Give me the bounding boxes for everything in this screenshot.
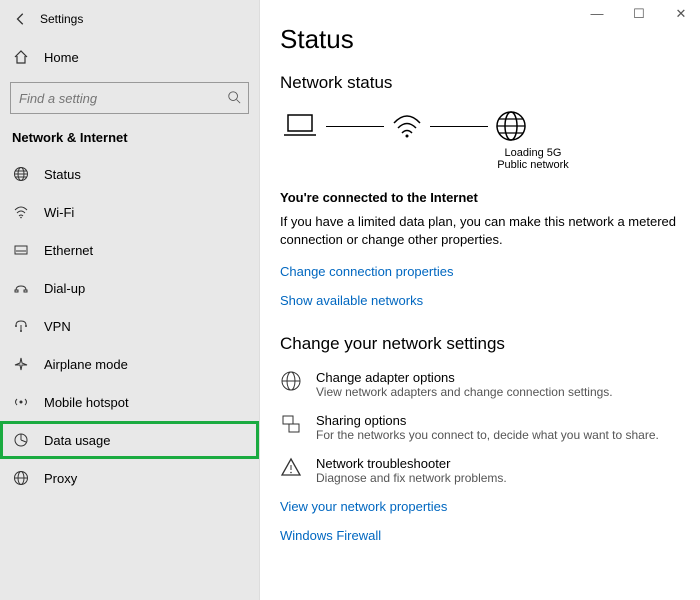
link-available-networks[interactable]: Show available networks — [280, 293, 680, 308]
hotspot-icon — [12, 393, 30, 411]
titlebar: Settings — [0, 0, 259, 38]
sidebar-item-label: Wi-Fi — [44, 205, 74, 220]
laptop-icon — [280, 111, 320, 141]
airplane-icon — [12, 355, 30, 373]
ethernet-icon — [12, 241, 30, 259]
network-name: Loading 5G — [386, 147, 680, 159]
option-title: Change adapter options — [316, 370, 613, 385]
main-content: — ☐ ✕ Status Network status Loading 5G P… — [260, 0, 700, 600]
network-diagram — [280, 109, 680, 143]
option-subtitle: View network adapters and change connect… — [316, 385, 613, 399]
sidebar-item-label: Proxy — [44, 471, 77, 486]
sidebar-item-ethernet[interactable]: Ethernet — [0, 231, 259, 269]
connected-body: If you have a limited data plan, you can… — [280, 213, 680, 249]
sharing-icon — [280, 413, 302, 435]
network-label: Loading 5G Public network — [386, 147, 680, 171]
maximize-button[interactable]: ☐ — [626, 6, 652, 22]
close-button[interactable]: ✕ — [668, 6, 694, 22]
adapter-icon — [280, 370, 302, 392]
option-sharing[interactable]: Sharing options For the networks you con… — [280, 413, 680, 442]
sidebar-item-label: Airplane mode — [44, 357, 128, 372]
sidebar-item-label: Ethernet — [44, 243, 93, 258]
globe-large-icon — [494, 109, 528, 143]
minimize-button[interactable]: — — [584, 6, 610, 22]
sidebar-item-proxy[interactable]: Proxy — [0, 459, 259, 497]
section-title: Network & Internet — [0, 116, 259, 155]
home-icon — [12, 48, 30, 66]
sidebar-item-wifi[interactable]: Wi-Fi — [0, 193, 259, 231]
link-view-properties[interactable]: View your network properties — [280, 499, 680, 514]
option-subtitle: Diagnose and fix network problems. — [316, 471, 507, 485]
sidebar-item-home[interactable]: Home — [0, 38, 259, 76]
sidebar-item-label: VPN — [44, 319, 71, 334]
sidebar-item-label: Mobile hotspot — [44, 395, 129, 410]
sidebar-item-hotspot[interactable]: Mobile hotspot — [0, 383, 259, 421]
sidebar-item-label: Home — [44, 50, 79, 65]
sidebar: Settings Home Network & Internet Status … — [0, 0, 260, 600]
dialup-icon — [12, 279, 30, 297]
back-button[interactable] — [10, 8, 32, 30]
sidebar-item-label: Data usage — [44, 433, 111, 448]
sidebar-item-label: Dial-up — [44, 281, 85, 296]
link-firewall[interactable]: Windows Firewall — [280, 528, 680, 543]
search-input[interactable] — [10, 82, 249, 114]
sidebar-item-datausage[interactable]: Data usage — [0, 421, 259, 459]
connected-title: You're connected to the Internet — [280, 189, 680, 207]
nav: Status Wi-Fi Ethernet Dial-up VPN Airpla… — [0, 155, 259, 497]
window-controls: — ☐ ✕ — [584, 6, 694, 22]
link-connection-properties[interactable]: Change connection properties — [280, 264, 680, 279]
proxy-icon — [12, 469, 30, 487]
connector-line — [326, 126, 384, 127]
sidebar-item-vpn[interactable]: VPN — [0, 307, 259, 345]
page-subtitle: Network status — [280, 73, 680, 93]
network-type: Public network — [386, 159, 680, 171]
wifi-icon — [12, 203, 30, 221]
option-adapter[interactable]: Change adapter options View network adap… — [280, 370, 680, 399]
page-title: Status — [280, 24, 680, 55]
wifi-signal-icon — [390, 111, 424, 141]
vpn-icon — [12, 317, 30, 335]
warning-icon — [280, 456, 302, 478]
change-settings-heading: Change your network settings — [280, 334, 680, 354]
option-subtitle: For the networks you connect to, decide … — [316, 428, 659, 442]
option-title: Sharing options — [316, 413, 659, 428]
sidebar-item-label: Status — [44, 167, 81, 182]
search-icon — [227, 90, 241, 104]
connector-line — [430, 126, 488, 127]
search-wrap — [0, 76, 259, 116]
app-title: Settings — [40, 12, 83, 26]
datausage-icon — [12, 431, 30, 449]
sidebar-item-status[interactable]: Status — [0, 155, 259, 193]
sidebar-item-airplane[interactable]: Airplane mode — [0, 345, 259, 383]
sidebar-item-dialup[interactable]: Dial-up — [0, 269, 259, 307]
option-title: Network troubleshooter — [316, 456, 507, 471]
option-troubleshoot[interactable]: Network troubleshooter Diagnose and fix … — [280, 456, 680, 485]
globe-icon — [12, 165, 30, 183]
